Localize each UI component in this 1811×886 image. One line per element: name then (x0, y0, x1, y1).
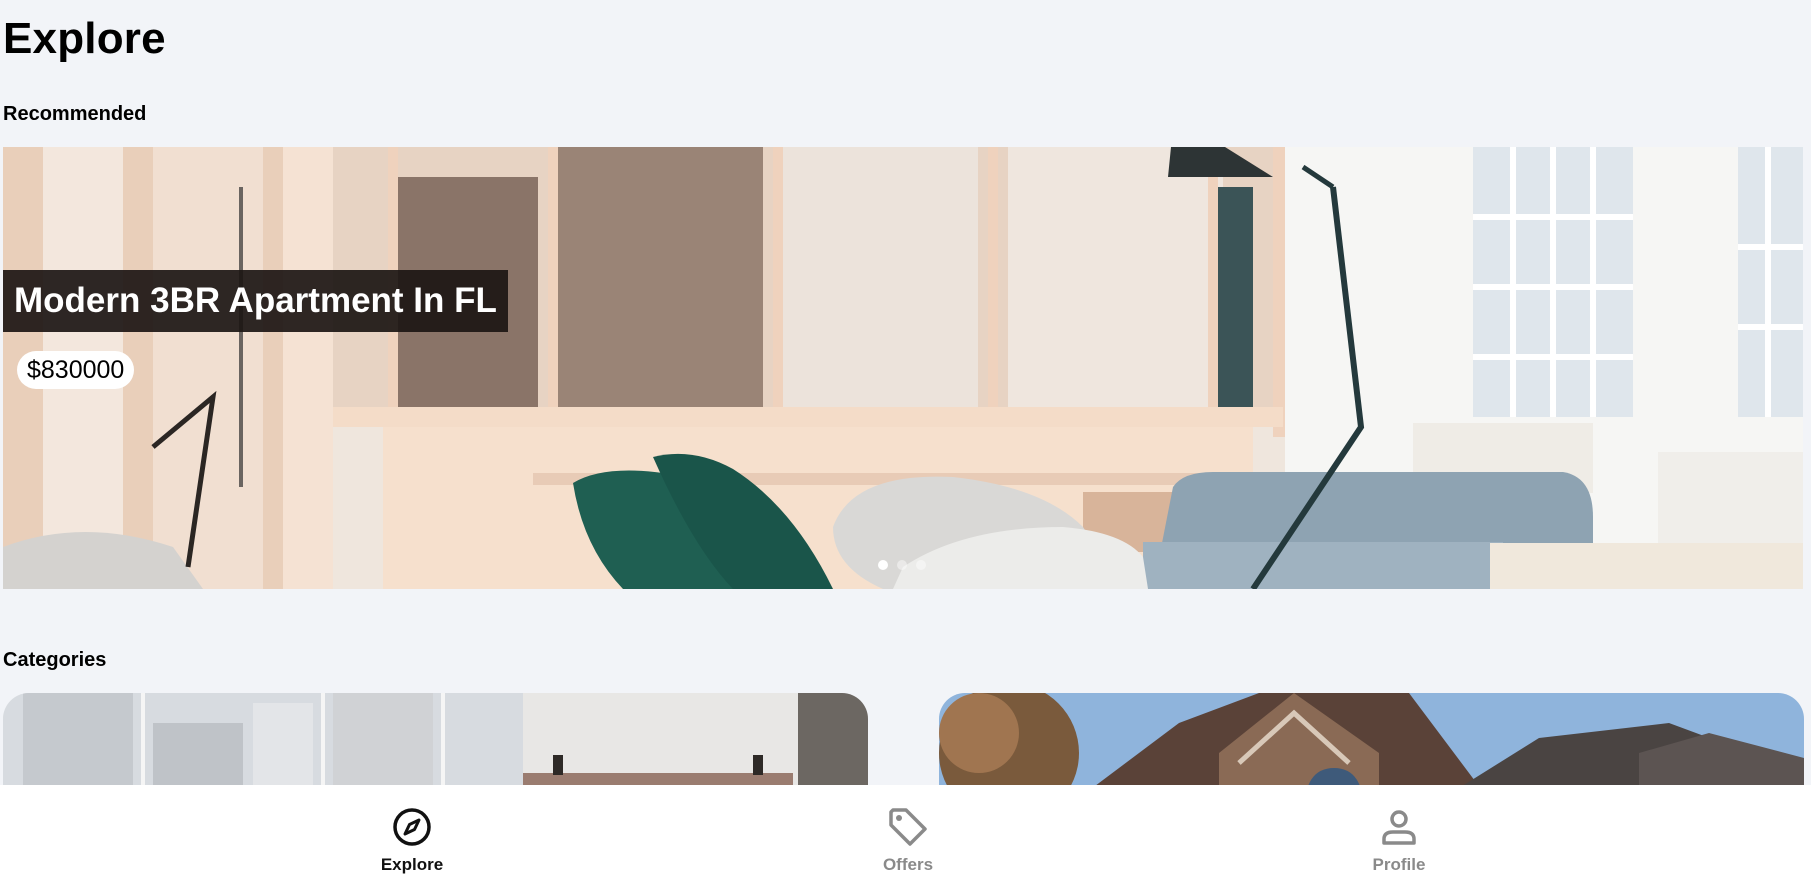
nav-item-offers[interactable]: Offers (838, 805, 978, 875)
nav-label-offers: Offers (882, 855, 934, 874)
carousel-pagination (878, 560, 926, 570)
nav-item-profile[interactable]: Profile (1329, 805, 1469, 875)
listing-photo (3, 147, 1803, 589)
listing-title: Modern 3BR Apartment In FL (14, 281, 497, 320)
nav-label-explore: Explore (380, 855, 444, 874)
carousel-dot-1[interactable] (878, 560, 888, 570)
tag-icon (886, 805, 930, 849)
person-icon (1377, 805, 1421, 849)
recommended-heading: Recommended (3, 103, 147, 125)
categories-heading: Categories (3, 649, 107, 671)
compass-icon (390, 805, 434, 849)
bottom-navigation: Explore Offers Profile (0, 785, 1811, 886)
listing-title-overlay: Modern 3BR Apartment In FL (3, 270, 508, 332)
explore-page: Explore Recommended Modern 3BR Apartment… (0, 0, 1811, 886)
carousel-dot-3[interactable] (916, 560, 926, 570)
price-badge: $830000 (17, 351, 135, 389)
carousel-dot-2[interactable] (897, 560, 907, 570)
nav-item-explore[interactable]: Explore (342, 805, 482, 875)
nav-label-profile: Profile (1372, 855, 1426, 874)
page-title: Explore (3, 14, 166, 63)
recommended-carousel[interactable]: Modern 3BR Apartment In FL $830000 (3, 147, 1803, 589)
